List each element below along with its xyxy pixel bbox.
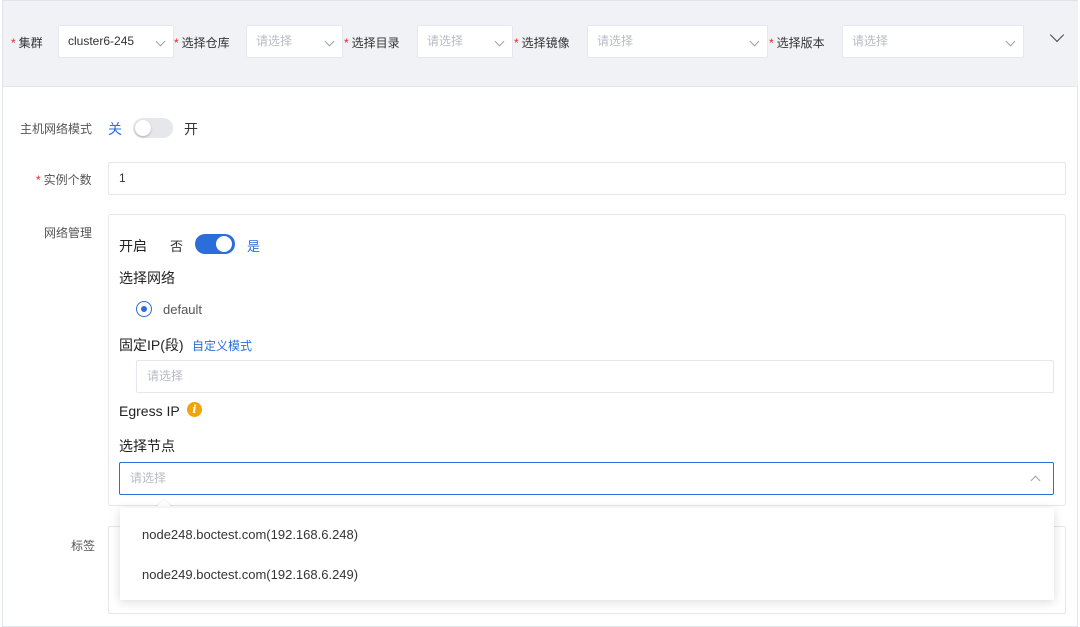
image-label-text: 选择镜像 xyxy=(521,36,570,50)
fixed-ip-title: 固定IP(段) xyxy=(119,337,184,353)
directory-label: * 选择目录 xyxy=(344,34,400,51)
host-network-label: 主机网络模式 xyxy=(20,122,93,136)
image-placeholder: 请选择 xyxy=(597,34,634,48)
host-network-switch[interactable] xyxy=(133,118,173,138)
image-label: * 选择镜像 xyxy=(514,34,570,51)
custom-mode-link[interactable]: 自定义模式 xyxy=(192,337,252,354)
chevron-up-icon xyxy=(1030,475,1041,486)
directory-placeholder: 请选择 xyxy=(427,34,464,48)
repository-label: * 选择仓库 xyxy=(174,34,230,51)
repository-label-text: 选择仓库 xyxy=(181,36,230,50)
instance-count-label-text: 实例个数 xyxy=(43,173,92,187)
version-label: * 选择版本 xyxy=(769,34,825,51)
repository-placeholder: 请选择 xyxy=(256,34,293,48)
instance-count-label: * 实例个数 xyxy=(36,171,92,188)
chevron-down-icon xyxy=(155,36,166,47)
info-icon[interactable]: i xyxy=(187,402,202,417)
node-dropdown: node248.boctest.com(192.168.6.248) node2… xyxy=(120,508,1054,600)
image-select[interactable]: 请选择 xyxy=(587,25,768,58)
network-default-radio[interactable] xyxy=(136,301,152,317)
chevron-down-icon xyxy=(1005,36,1016,47)
network-on-text: 是 xyxy=(247,239,261,254)
switch-knob xyxy=(216,236,232,252)
tags-label: 标签 xyxy=(71,539,96,553)
host-network-on-text: 开 xyxy=(184,121,198,137)
network-off-text: 否 xyxy=(170,239,184,254)
instance-count-value: 1 xyxy=(119,171,126,185)
required-mark: * xyxy=(344,36,349,50)
egress-ip-title: Egress IP xyxy=(119,403,180,419)
required-mark: * xyxy=(11,36,16,50)
node-select[interactable]: 请选择 xyxy=(119,462,1054,495)
chevron-down-icon xyxy=(494,36,505,47)
dropdown-option[interactable]: node249.boctest.com(192.168.6.249) xyxy=(142,567,358,582)
host-network-off-text: 关 xyxy=(108,121,122,137)
dropdown-option[interactable]: node248.boctest.com(192.168.6.248) xyxy=(142,527,358,542)
select-node-title: 选择节点 xyxy=(119,438,175,454)
network-mgmt-label: 网络管理 xyxy=(44,226,93,240)
cluster-label: * 集群 xyxy=(11,34,43,51)
cluster-label-text: 集群 xyxy=(18,36,43,50)
required-mark: * xyxy=(174,36,179,50)
select-network-title: 选择网络 xyxy=(119,270,175,286)
node-placeholder: 请选择 xyxy=(130,471,167,485)
version-select[interactable]: 请选择 xyxy=(842,25,1024,58)
version-label-text: 选择版本 xyxy=(776,36,825,50)
cluster-value: cluster6-245 xyxy=(68,34,135,48)
fixed-ip-placeholder: 请选择 xyxy=(147,369,184,383)
repository-select[interactable]: 请选择 xyxy=(246,25,343,58)
cluster-select[interactable]: cluster6-245 xyxy=(58,25,174,58)
directory-select[interactable]: 请选择 xyxy=(417,25,513,58)
version-placeholder: 请选择 xyxy=(852,34,889,48)
filter-bar: * 集群 cluster6-245 * 选择仓库 请选择 * 选择目录 请选择 * 选择… xyxy=(3,1,1078,87)
chevron-down-icon xyxy=(749,36,760,47)
required-mark: * xyxy=(36,173,41,187)
required-mark: * xyxy=(769,36,774,50)
switch-knob xyxy=(135,120,151,136)
directory-label-text: 选择目录 xyxy=(351,36,400,50)
chevron-down-icon xyxy=(324,36,335,47)
chevron-down-icon[interactable] xyxy=(1049,27,1065,43)
required-mark: * xyxy=(514,36,519,50)
network-default-label: default xyxy=(163,302,203,317)
network-enable-switch[interactable] xyxy=(195,234,235,254)
network-enable-label: 开启 xyxy=(119,238,147,254)
instance-count-input[interactable]: 1 xyxy=(108,162,1066,195)
fixed-ip-select[interactable]: 请选择 xyxy=(136,360,1054,393)
